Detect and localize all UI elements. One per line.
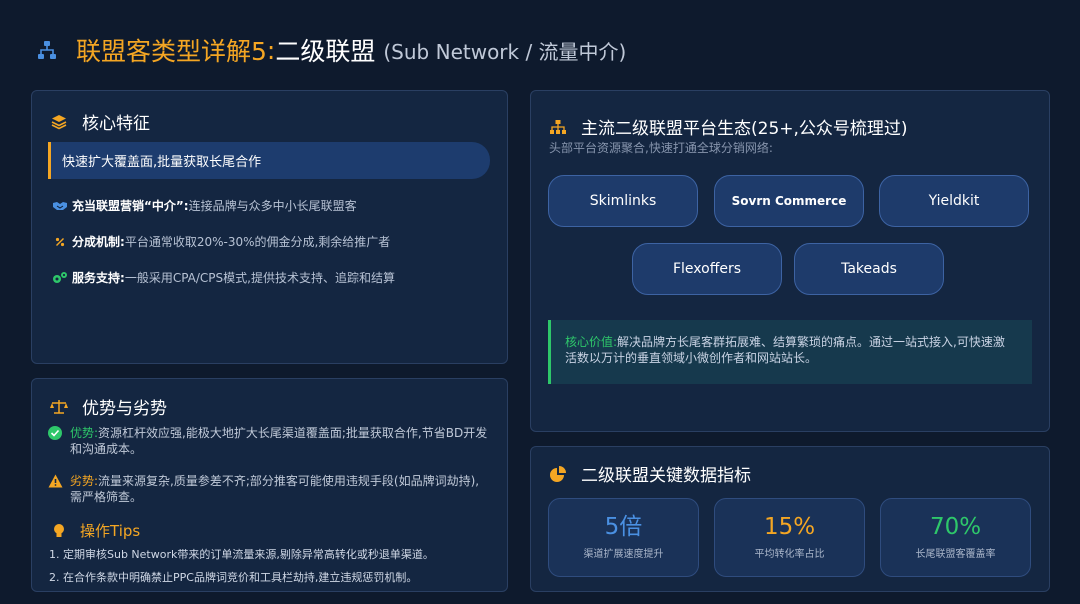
ecosystem-card: 主流二级联盟平台生态(25+,公众号梳理过) 头部平台资源聚合,快速打通全球分销… (530, 90, 1050, 432)
page-subtitle: (Sub Network / 流量中介) (383, 39, 627, 64)
pros-cons-title: 优势与劣势 (50, 394, 167, 419)
page-title-emphasis: 二级联盟 (275, 37, 376, 66)
page-header: 联盟客类型详解5 : 二级联盟 (Sub Network / 流量中介) (36, 30, 626, 70)
platform-sovrn-commerce[interactable]: Sovrn Commerce (714, 175, 864, 227)
metric-card: 5倍 渠道扩展速度提升 (548, 498, 699, 577)
tips-title: 操作Tips (50, 520, 140, 541)
metrics-title: 二级联盟关键数据指标 (549, 461, 751, 486)
sitemap-icon (38, 41, 56, 59)
ecosystem-title: 主流二级联盟平台生态(25+,公众号梳理过) (549, 114, 908, 139)
feature-item: 服务支持: 一般采用CPA/CPS模式,提供技术支持、追踪和结算 (52, 269, 395, 286)
gears-icon (52, 271, 68, 285)
feature-item: 分成机制: 平台通常收取20%-30%的佣金分成,剩余给推广者 (52, 233, 390, 250)
percent-icon (52, 235, 68, 249)
disadvantage-item: 劣势:流量来源复杂,质量参差不齐;部分推客可能使用违规手段(如品牌词劫持),需严… (48, 473, 488, 505)
core-features-card: 核心特征 快速扩大覆盖面,批量获取长尾合作 充当联盟营销“中介”: 连接品牌与众… (31, 90, 508, 364)
lightbulb-icon (50, 523, 68, 539)
advantage-item: 优势:资源杠杆效应强,能极大地扩大长尾渠道覆盖面;批量获取合作,节省BD开发和沟… (48, 425, 488, 457)
platform-takeads[interactable]: Takeads (794, 243, 944, 295)
core-value-box: 核心价值:解决品牌方长尾客群拓展难、结算繁琐的痛点。通过一站式接入,可快速激活数… (548, 320, 1032, 384)
ecosystem-subtitle: 头部平台资源聚合,快速打通全球分销网络: (549, 141, 773, 155)
metrics-card: 二级联盟关键数据指标 5倍 渠道扩展速度提升 15% 平均转化率占比 70% 长… (530, 446, 1050, 592)
metric-label: 平均转化率占比 (754, 549, 825, 560)
handshake-icon (52, 199, 68, 213)
platform-yieldkit[interactable]: Yieldkit (879, 175, 1029, 227)
metric-value: 15% (763, 514, 816, 540)
feature-item: 充当联盟营销“中介”: 连接品牌与众多中小长尾联盟客 (52, 197, 357, 214)
tip-item: 1. 定期审核Sub Network带来的订单流量来源,剔除异常高转化或秒退单渠… (49, 548, 434, 561)
platform-flexoffers[interactable]: Flexoffers (632, 243, 782, 295)
pros-cons-card: 优势与劣势 优势:资源杠杆效应强,能极大地扩大长尾渠道覆盖面;批量获取合作,节省… (31, 378, 508, 592)
core-highlight: 快速扩大覆盖面,批量获取长尾合作 (48, 142, 490, 179)
pie-chart-icon (549, 465, 567, 483)
platform-skimlinks[interactable]: Skimlinks (548, 175, 698, 227)
metric-card: 70% 长尾联盟客覆盖率 (880, 498, 1031, 577)
metric-label: 渠道扩展速度提升 (583, 549, 664, 560)
title-colon: : (266, 35, 276, 65)
metric-label: 长尾联盟客覆盖率 (915, 549, 996, 560)
scale-icon (50, 398, 68, 416)
metric-card: 15% 平均转化率占比 (714, 498, 865, 577)
network-icon (549, 118, 567, 136)
tip-item: 2. 在合作条款中明确禁止PPC品牌词竞价和工具栏劫持,建立违规惩罚机制。 (49, 571, 418, 584)
metric-value: 70% (929, 514, 982, 540)
core-features-title: 核心特征 (50, 109, 150, 134)
layers-icon (50, 113, 68, 131)
check-circle-icon (48, 426, 64, 457)
metric-value: 5倍 (604, 514, 643, 540)
warning-icon (48, 474, 64, 505)
page-title: 联盟客类型详解5 (76, 37, 267, 66)
